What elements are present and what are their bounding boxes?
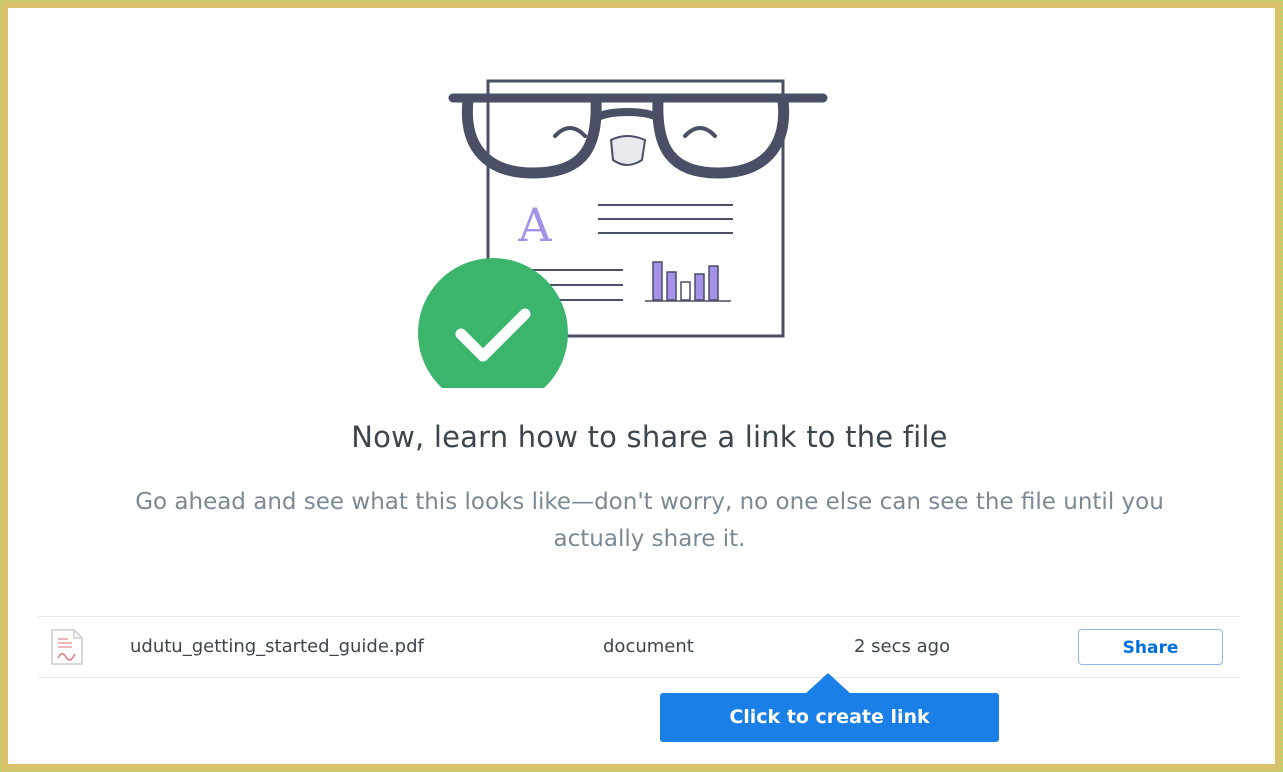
- file-modified-time: 2 secs ago: [854, 636, 951, 657]
- page-description: Go ahead and see what this looks like—do…: [135, 489, 1164, 552]
- pdf-file-icon: [51, 629, 83, 665]
- file-type: document: [603, 636, 694, 657]
- page-frame: A Now, learn how to share a link to the …: [0, 0, 1283, 772]
- create-link-tooltip[interactable]: Click to create link: [660, 693, 999, 742]
- nose-icon: [609, 135, 647, 166]
- tooltip-arrow: [805, 673, 851, 694]
- page-title: Now, learn how to share a link to the fi…: [351, 420, 948, 454]
- file-row[interactable]: udutu_getting_started_guide.pdf document…: [38, 616, 1240, 678]
- file-name[interactable]: udutu_getting_started_guide.pdf: [130, 636, 424, 657]
- letter-a-icon: A: [517, 198, 552, 252]
- document-glasses-illustration: A: [418, 79, 828, 388]
- share-button[interactable]: Share: [1078, 629, 1223, 665]
